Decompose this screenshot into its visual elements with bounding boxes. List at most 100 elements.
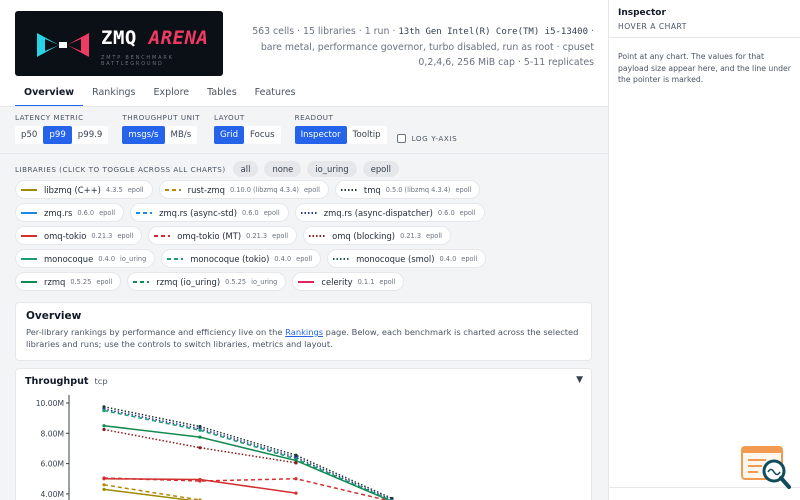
data-point-omq-tokio[interactable] [198,477,202,482]
log-y-axis-checkbox[interactable] [396,134,406,143]
library-runtime: epoll [263,208,280,217]
library-chip-monocoque[interactable]: monocoque 0.4.0 io_uring [15,249,156,268]
library-name: omq-tokio [44,230,87,241]
unit-mbs-button[interactable]: MB/s [164,126,198,144]
library-runtime: io_uring [120,254,147,263]
bowtie-logo-icon [37,33,89,57]
library-runtime: epoll [303,185,320,194]
zmq-arena-logo[interactable]: ZMQ ARENA ZMTP BENCHMARK BATTLEGROUND [15,11,223,76]
library-chip-zmq-rs-async-std[interactable]: zmq.rs (async-std) 0.6.0 epoll [130,203,289,222]
series-swatch-icon [133,280,150,283]
libraries-all-pill[interactable]: all [232,161,259,177]
library-chip-celerity[interactable]: celerity 0.1.1 epoll [292,272,405,291]
series-swatch-icon [309,234,326,237]
brand-tagline: ZMTP BENCHMARK BATTLEGROUND [101,55,174,67]
throughput-title: Throughput [25,376,89,387]
data-point-omq-blocking[interactable] [198,446,202,450]
inspect-search-icon[interactable] [740,445,792,490]
rankings-link[interactable]: Rankings [285,327,323,337]
library-chip-monocoque-tokio[interactable]: monocoque (tokio) 0.4.0 epoll [161,249,322,268]
library-chip-libzmq-c[interactable]: libzmq (C++) 4.3.5 epoll [15,180,153,199]
library-chip-zmq-rs[interactable]: zmq.rs 0.6.0 epoll [15,203,125,222]
data-point-monocoque-tokio[interactable] [198,428,202,432]
library-version: 0.5.25 [70,277,92,286]
libraries-io-uring-pill[interactable]: io_uring [307,161,357,177]
series-line-libzmq-c[interactable] [103,488,200,500]
series-line-rzmq[interactable] [103,424,392,500]
data-point-rust-zmq[interactable] [102,483,106,487]
latency-metric-label: LATENCY METRIC [15,113,84,122]
library-name: rzmq [44,276,66,287]
library-chip-rust-zmq[interactable]: rust-zmq 0.10.0 (libzmq 4.3.4) epoll [158,180,329,199]
layout-focus-button[interactable]: Focus [244,126,281,144]
library-chip-rzmq-io-uring[interactable]: rzmq (io_uring) 0.5.25 io_uring [127,272,287,291]
library-name: omq-tokio (MT) [177,230,242,241]
library-version: 0.21.3 [246,231,268,240]
tab-features[interactable]: Features [246,82,305,107]
series-swatch-icon [136,211,153,214]
data-point-omq-blocking[interactable] [102,427,106,432]
latency-p999-button[interactable]: p99.9 [71,126,109,144]
latency-p50-button[interactable]: p50 [15,126,44,144]
library-name: monocoque (smol) [356,253,435,264]
library-chip-monocoque-smol[interactable]: monocoque (smol) 0.4.0 epoll [327,249,487,268]
throughput-chart[interactable]: 10.00M 8.00M 6.00M 4.00M [16,395,593,500]
library-version: 0.4.0 [274,254,292,263]
library-chip-omq-blocking[interactable]: omq (blocking) 0.21.3 epoll [303,226,451,245]
library-chip-omq-tokio[interactable]: omq-tokio 0.21.3 epoll [15,226,143,245]
library-version: 0.6.0 [77,208,95,217]
tab-rankings[interactable]: Rankings [83,82,144,107]
series-swatch-icon [21,257,37,260]
header: ZMQ ARENA ZMTP BENCHMARK BATTLEGROUND 56… [0,0,608,107]
library-chip-zmq-rs-async-dispatcher[interactable]: zmq.rs (async-dispatcher) 0.6.0 epoll [294,203,485,222]
series-swatch-icon [300,211,317,214]
library-version: 0.5.0 (libzmq 4.3.4) [385,185,451,194]
tab-explore[interactable]: Explore [144,82,198,107]
libraries-epoll-pill[interactable]: epoll [362,161,399,177]
library-chip-tmq[interactable]: tmq 0.5.0 (libzmq 4.3.4) epoll [334,180,481,199]
collapse-caret-icon[interactable]: ▼ [576,375,583,385]
y-tick-label: 6.00M [41,460,64,469]
library-chip-omq-tokio-mt[interactable]: omq-tokio (MT) 0.21.3 epoll [148,226,298,245]
data-point-rzmq[interactable] [198,435,202,439]
layout-control: LAYOUT Grid Focus [213,113,281,144]
data-point-libzmq-c[interactable] [102,487,106,491]
log-y-axis-toggle[interactable]: LOG Y-AXIS [396,134,458,143]
layout-grid-button[interactable]: Grid [213,126,245,144]
tab-overview[interactable]: Overview [15,82,84,107]
data-point-omq-tokio[interactable] [102,477,106,481]
series-swatch-icon [21,234,37,237]
series-swatch-icon [21,188,37,191]
unit-msgs-button[interactable]: msgs/s [122,126,165,144]
library-version: 0.4.0 [439,254,457,263]
throughput-unit-control: THROUGHPUT UNIT msgs/s MB/s [122,113,200,144]
data-point-rzmq[interactable] [102,424,106,428]
library-version: 0.10.0 (libzmq 4.3.4) [229,185,299,194]
library-runtime: epoll [96,277,113,286]
library-chip-rzmq[interactable]: rzmq 0.5.25 epoll [15,272,122,291]
throughput-unit-label: THROUGHPUT UNIT [122,113,200,122]
library-runtime: epoll [459,208,476,217]
readout-inspector-button[interactable]: Inspector [294,126,347,144]
data-point-monocoque-tokio[interactable] [102,408,106,413]
tab-tables[interactable]: Tables [198,82,246,107]
library-name: rust-zmq [187,184,225,195]
libraries-none-pill[interactable]: none [264,161,302,177]
library-name: tmq [363,184,381,195]
library-name: omq (blocking) [332,230,396,241]
latency-p99-button[interactable]: p99 [43,126,72,144]
readout-tooltip-button[interactable]: Tooltip [346,126,387,144]
library-name: zmq.rs [44,207,73,218]
data-point-omq-blocking[interactable] [294,461,298,465]
series-line-tmq[interactable] [103,406,393,500]
library-version: 4.3.5 [105,185,123,194]
library-name: celerity [321,276,353,287]
library-runtime: epoll [296,254,313,263]
data-point-omq-tokio-mt[interactable] [294,477,298,481]
tabs-divider [0,106,608,107]
libraries-label: LIBRARIES (CLICK TO TOGGLE ACROSS ALL CH… [15,164,226,174]
series-line-rust-zmq[interactable] [103,484,201,500]
data-point-omq-tokio[interactable] [294,491,298,495]
controls-bar: LATENCY METRIC p50 p99 p99.9 THROUGHPUT … [15,113,457,144]
y-tick-label: 4.00M [41,490,64,499]
